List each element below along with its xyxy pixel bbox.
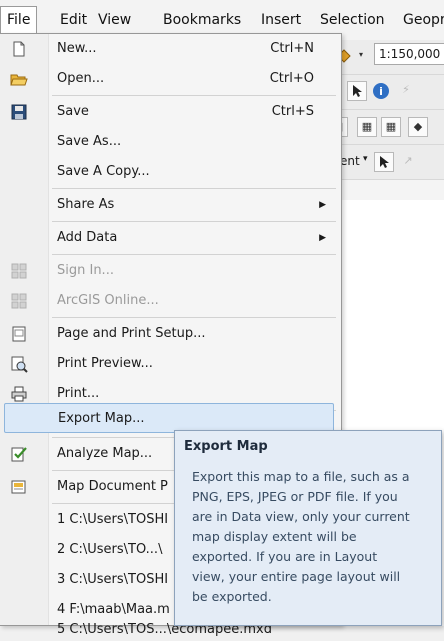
grid-icon — [11, 263, 27, 279]
menu-insert[interactable]: Insert — [261, 12, 301, 28]
rotate-icon[interactable]: ↗ — [398, 152, 418, 172]
submenu-arrow-icon: ▶ — [319, 200, 326, 210]
menu-item-label: Sign In... — [57, 263, 114, 278]
recent-file-label: 1 C:\Users\TOSHI — [57, 512, 169, 527]
dropdown-arrow-icon[interactable]: ▾ — [356, 50, 366, 60]
new-document-icon — [13, 41, 25, 57]
menu-item-save-as[interactable]: Save As... — [0, 127, 338, 157]
toolbar-element-label: ent — [340, 154, 360, 168]
shortcut-text: Ctrl+O — [269, 71, 314, 86]
menu-item-arcgis-online: ArcGIS Online... — [0, 286, 338, 316]
menu-item-share-as[interactable]: Share As ▶ — [0, 190, 338, 220]
menu-separator — [52, 188, 336, 189]
tooltip-body: Export this map to a file, such as a PNG… — [192, 467, 436, 607]
tooltip-line: are in Data view, only your current — [192, 509, 410, 524]
hyperlink-icon[interactable]: ⚡ — [396, 81, 416, 101]
menu-separator — [52, 221, 336, 222]
menu-item-label: ArcGIS Online... — [57, 293, 159, 308]
tooltip-line: view, your entire page layout will — [192, 569, 401, 584]
menu-item-save-copy[interactable]: Save A Copy... — [0, 157, 338, 187]
menu-file[interactable]: File — [0, 6, 38, 33]
menu-item-save[interactable]: Save Ctrl+S — [0, 97, 338, 127]
menu-item-label: Save As... — [57, 134, 122, 149]
tools-toolbar: i ⚡ — [330, 75, 444, 110]
menu-item-label: Share As — [57, 197, 115, 212]
floppy-disk-icon — [11, 104, 27, 120]
tooltip-line: be exported. — [192, 589, 272, 604]
svg-text:i: i — [379, 85, 383, 98]
open-folder-icon — [10, 74, 28, 86]
draw-toolbar: ent ▾ ↗ — [330, 145, 444, 180]
menu-item-label: Map Document P — [57, 479, 168, 494]
menu-item-print-preview[interactable]: Print Preview... — [0, 349, 338, 379]
menu-item-open[interactable]: Open... Ctrl+O — [0, 64, 338, 94]
shortcut-text: Ctrl+S — [271, 104, 314, 119]
menu-item-label: Page and Print Setup... — [57, 326, 206, 341]
menu-edit[interactable]: Edit — [60, 12, 87, 28]
tooltip-line: map display extent will be — [192, 529, 357, 544]
select-elements-icon[interactable] — [347, 81, 367, 101]
go-to-page-icon[interactable]: ◆ — [408, 117, 428, 137]
menu-item-add-data[interactable]: Add Data ▶ — [0, 223, 338, 253]
menu-item-page-setup[interactable]: Page and Print Setup... — [0, 319, 338, 349]
menu-item-label: Export Map... — [58, 411, 145, 426]
tooltip-line: Export this map to a file, such as a — [192, 469, 410, 484]
menu-item-label: Analyze Map... — [57, 446, 153, 461]
menu-item-label: Save — [57, 104, 89, 119]
menu-separator — [52, 254, 336, 255]
menu-separator — [52, 95, 336, 96]
select-pointer-icon[interactable] — [374, 152, 394, 172]
menu-item-export-map[interactable]: Export Map... — [4, 403, 334, 433]
tooltip-line: exported. If you are in Layout — [192, 549, 378, 564]
menu-item-label: Save A Copy... — [57, 164, 150, 179]
menu-bookmarks[interactable]: Bookmarks — [163, 12, 241, 28]
dropdown-arrow-icon[interactable]: ▾ — [363, 154, 368, 164]
menu-item-label: New... — [57, 41, 97, 56]
fixed-zoom-out-icon[interactable]: ▦ — [381, 117, 401, 137]
recent-file-label: 3 C:\Users\TOSHI — [57, 572, 169, 587]
menu-item-sign-in: Sign In... — [0, 256, 338, 286]
document-properties-icon — [11, 480, 26, 494]
tooltip-title: Export Map — [184, 439, 268, 454]
shortcut-text: Ctrl+N — [270, 41, 314, 56]
menu-geoprocessing[interactable]: Geopr — [403, 12, 444, 28]
analyze-check-icon — [11, 447, 27, 462]
recent-file-label: 2 C:\Users\TO...\ — [57, 542, 163, 557]
grid-icon — [11, 293, 27, 309]
map-scale-input[interactable]: 1:150,000 — [374, 43, 444, 65]
submenu-arrow-icon: ▶ — [319, 233, 326, 243]
export-map-tooltip: Export Map Export this map to a file, su… — [174, 430, 442, 626]
menu-item-label: Open... — [57, 71, 105, 86]
layout-toolbar: ▦ ▦ ▦ ◆ — [328, 110, 444, 145]
menu-separator — [52, 317, 336, 318]
printer-icon — [11, 386, 27, 402]
menu-item-label: Print Preview... — [57, 356, 153, 371]
menu-selection[interactable]: Selection — [320, 12, 385, 28]
print-preview-icon — [11, 356, 28, 373]
page-setup-icon — [12, 326, 26, 342]
fixed-zoom-in-icon[interactable]: ▦ — [357, 117, 377, 137]
tooltip-line: PNG, EPS, JPEG or PDF file. If you — [192, 489, 398, 504]
menu-view[interactable]: View — [98, 12, 131, 28]
identify-icon[interactable]: i — [371, 81, 391, 101]
menu-item-new[interactable]: New... Ctrl+N — [0, 34, 338, 64]
menu-item-label: Add Data — [57, 230, 118, 245]
